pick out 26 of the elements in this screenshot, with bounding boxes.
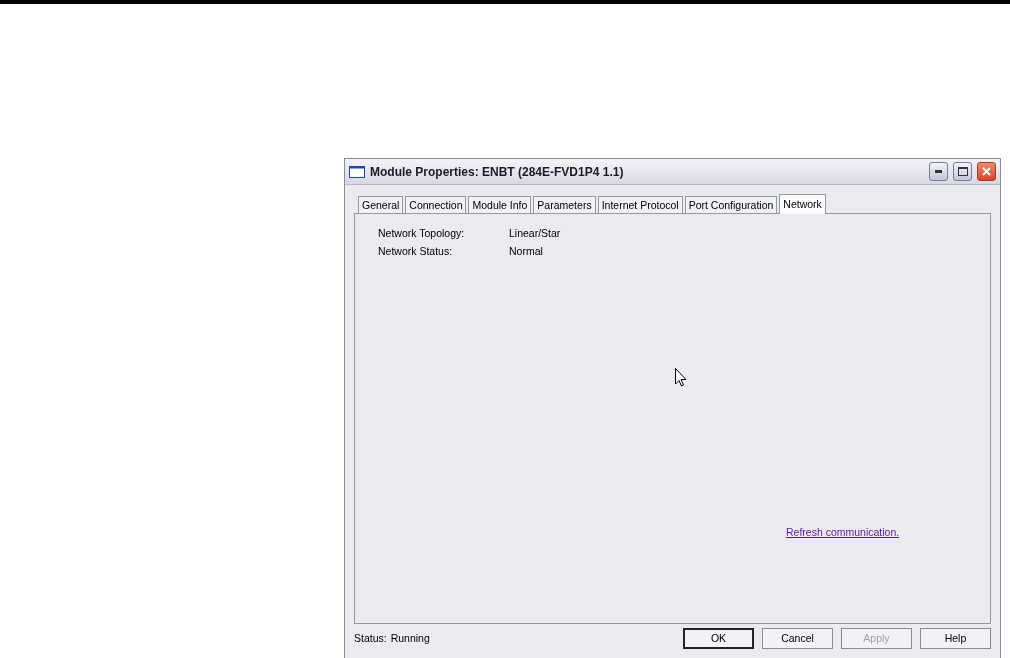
tab[interactable]: General bbox=[358, 196, 404, 213]
dialog-button[interactable]: Cancel bbox=[762, 627, 833, 649]
dialog-button[interactable]: OK bbox=[683, 627, 754, 649]
status-value: Running bbox=[390, 632, 430, 644]
field-label: Network Topology: bbox=[378, 227, 466, 239]
tab[interactable]: Internet Protocol bbox=[597, 196, 683, 213]
window-icon bbox=[349, 165, 365, 178]
minimize-icon bbox=[935, 170, 942, 173]
maximize-button[interactable] bbox=[953, 162, 972, 181]
minimize-button[interactable] bbox=[929, 162, 948, 181]
close-button[interactable] bbox=[977, 162, 996, 181]
tab[interactable]: Parameters bbox=[533, 196, 596, 213]
close-icon bbox=[982, 167, 991, 176]
status-label: Status: bbox=[354, 632, 387, 644]
maximize-icon bbox=[957, 167, 968, 176]
tab[interactable]: Port Configuration bbox=[684, 196, 778, 213]
window-title: Module Properties: ENBT (284E-FVD1P4 1.1) bbox=[370, 164, 625, 179]
field-label: Network Status: bbox=[378, 245, 454, 257]
dialog-button[interactable]: Help bbox=[920, 627, 991, 649]
tab[interactable]: Connection bbox=[405, 196, 467, 213]
refresh-link[interactable]: Refresh communication. bbox=[786, 526, 900, 538]
field-value: Normal bbox=[509, 245, 543, 257]
tab[interactable]: Network bbox=[779, 194, 826, 214]
field-value: Linear/Star bbox=[509, 227, 561, 239]
tab[interactable]: Module Info bbox=[468, 196, 532, 213]
mouse-pointer-icon bbox=[675, 368, 687, 387]
